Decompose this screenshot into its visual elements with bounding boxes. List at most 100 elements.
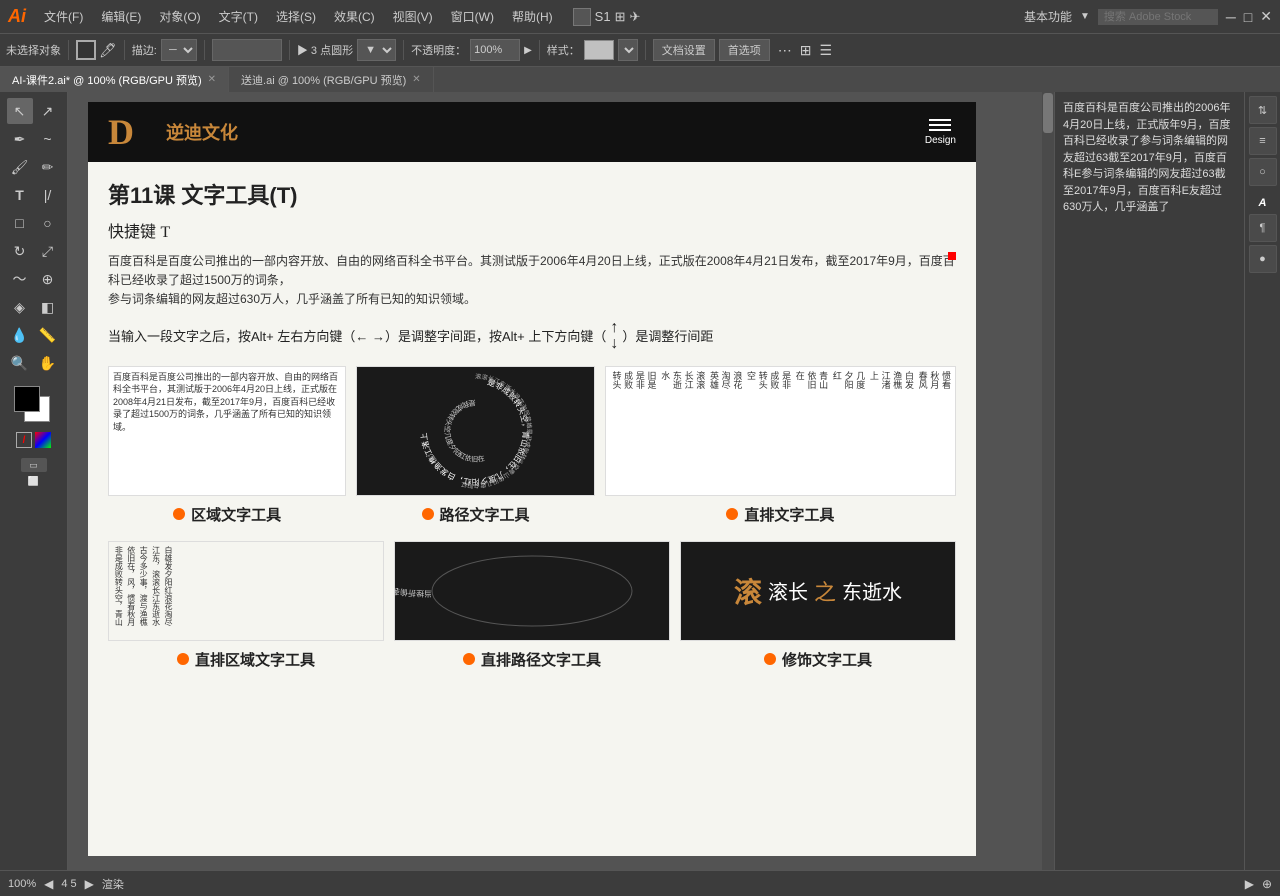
opacity-expand[interactable]: ▶ <box>524 45 532 56</box>
menu-window[interactable]: 窗口(W) <box>443 6 502 27</box>
preferences-button[interactable]: 首选项 <box>719 39 770 61</box>
gradient-swatch[interactable] <box>35 432 51 448</box>
window-close-icon[interactable]: ✕ <box>1260 8 1272 25</box>
mini-btn-circle[interactable]: ○ <box>1249 158 1277 186</box>
search-input[interactable] <box>1098 9 1218 25</box>
tool-measure[interactable]: 📏 <box>35 322 61 348</box>
points-select[interactable]: ▼ <box>357 39 396 61</box>
zoom-decrease[interactable]: ◀ <box>44 877 53 891</box>
scrollbar-thumb[interactable] <box>1043 93 1053 133</box>
tool-paintbrush[interactable]: 🖌 <box>7 154 33 180</box>
vert-col-2: 滚滚长江东逝水 <box>659 371 706 389</box>
menu-object[interactable]: 对象(O) <box>151 6 208 27</box>
tool-fill[interactable]: ◈ <box>7 294 33 320</box>
bottom-play-btn[interactable]: ▶ <box>1245 877 1254 891</box>
bottom-nav-btn[interactable]: ⊕ <box>1262 877 1272 891</box>
tool-hand[interactable]: ✋ <box>35 350 61 376</box>
none-swatch[interactable]: / <box>16 432 32 448</box>
zoom-increase[interactable]: ▶ <box>85 877 94 891</box>
menu-file[interactable]: 文件(F) <box>36 6 91 27</box>
tool-eyedropper[interactable]: 💧 <box>7 322 33 348</box>
shortcut-label: 快捷键 T <box>108 218 956 242</box>
tool-preview-area: 百度百科是百度公司推出的一部内容开放、自由的网络百科全书平台，其测试版于2006… <box>108 366 346 496</box>
foreground-color[interactable] <box>14 386 40 412</box>
mini-btn-arrows[interactable]: ⇅ <box>1249 96 1277 124</box>
mini-btn-align[interactable]: ≡ <box>1249 127 1277 155</box>
tool-direct-select[interactable]: ↗ <box>35 98 61 124</box>
tab-sdi[interactable]: 送迪.ai @ 100% (RGB/GPU 预览) ✕ <box>229 67 434 93</box>
brush-mode-icon[interactable]: 🖊 <box>99 42 117 59</box>
icon-panel-toggle[interactable] <box>573 8 591 26</box>
sep6 <box>539 40 540 60</box>
arrange-icon[interactable]: ⊞ <box>800 42 812 59</box>
tool-select[interactable]: ↖ <box>7 98 33 124</box>
menu-help[interactable]: 帮助(H) <box>504 6 561 27</box>
workspace-dropdown-icon[interactable]: ▼ <box>1080 11 1090 22</box>
tool-preview-deco: 滚 滚长 之 东逝水 <box>680 541 956 641</box>
tool-scale[interactable]: ⤢ <box>35 238 61 264</box>
tool-row-select: ↖ ↗ <box>7 98 61 124</box>
hamburger-menu[interactable]: Design <box>925 119 956 146</box>
tool-cell-area: 百度百科是百度公司推出的一部内容开放、自由的网络百科全书平台，其测试版于2006… <box>108 366 346 525</box>
path-text-svg: 是非成败转头空，青山依旧在，几度夕阳红，白发渔樵江渚上 <box>357 367 593 495</box>
tool-cell-deco: 滚 滚长 之 东逝水 修饰文字工具 <box>680 541 956 670</box>
artboard: D 逆迪文化 Design 第11课 文字工具(T) 快捷键 T <box>88 102 976 856</box>
tool-pencil[interactable]: ✏ <box>35 154 61 180</box>
menu-bar: Ai 文件(F) 编辑(E) 对象(O) 文字(T) 选择(S) 效果(C) 视… <box>0 0 1280 33</box>
vert-col-4: 是非成败转头空 <box>744 371 791 389</box>
screen-mode-normal[interactable]: ▭ <box>21 458 47 472</box>
color-bar[interactable] <box>212 39 282 61</box>
nav-label: Design <box>925 135 956 146</box>
menu-select[interactable]: 选择(S) <box>268 6 324 27</box>
color-boxes[interactable] <box>14 386 54 426</box>
tab-ai-course[interactable]: AI-课件2.ai* @ 100% (RGB/GPU 预览) ✕ <box>0 67 229 93</box>
window-minimize-icon[interactable]: ─ <box>1226 9 1236 25</box>
tool-gradient[interactable]: ◧ <box>35 294 61 320</box>
menu-text[interactable]: 文字(T) <box>211 6 266 27</box>
icon-arrow[interactable]: ✈ <box>629 9 640 25</box>
mini-btn-circle2[interactable]: ● <box>1249 245 1277 273</box>
measure-icon: 📏 <box>39 327 56 344</box>
vertical-scrollbar[interactable] <box>1042 92 1054 870</box>
doc-settings-button[interactable]: 文档设置 <box>653 39 715 61</box>
stroke-color-swatch[interactable] <box>76 40 96 60</box>
deco-char3: 之 <box>814 575 836 607</box>
window-restore-icon[interactable]: □ <box>1244 9 1252 25</box>
tab-close-1[interactable]: ✕ <box>208 74 216 85</box>
menu-view[interactable]: 视图(V) <box>385 6 441 27</box>
tool-warp[interactable]: 〜 <box>7 266 33 292</box>
tool-text[interactable]: T <box>7 182 33 208</box>
tool-cell-vpath: 当挫折偷袭你 你该怎么办 坚强还是哭泣 是沉默还是奋起 当挫折偷袭你 直排路径文… <box>394 541 670 670</box>
tool-ellipse[interactable]: ○ <box>35 210 61 236</box>
mini-ai-text: A <box>1259 193 1267 211</box>
tab-close-2[interactable]: ✕ <box>412 74 420 85</box>
opacity-input[interactable] <box>470 39 520 61</box>
icon-grid[interactable]: ⊞ <box>615 9 626 25</box>
workspace-label[interactable]: 基本功能 <box>1024 8 1072 25</box>
tool-puppet[interactable]: ⊕ <box>35 266 61 292</box>
canvas-area[interactable]: D 逆迪文化 Design 第11课 文字工具(T) 快捷键 T <box>68 92 1054 870</box>
logo-svg: D <box>108 112 158 152</box>
menu-edit[interactable]: 编辑(E) <box>93 6 149 27</box>
tool-touch[interactable]: |/ <box>35 182 61 208</box>
scatter-select[interactable]: ─ <box>161 39 197 61</box>
tool-rect[interactable]: □ <box>7 210 33 236</box>
dot-vertical <box>726 508 738 520</box>
hamburger-line1 <box>929 119 951 121</box>
mini-btn-para[interactable]: ¶ <box>1249 214 1277 242</box>
tool-zoom[interactable]: 🔍 <box>7 350 33 376</box>
tool-pen[interactable]: ✒ <box>7 126 33 152</box>
bottom-bar: 100% ◀ 4 5 ▶ 渲染 ▶ ⊕ <box>0 870 1280 896</box>
tool-row-zoom: 🔍 ✋ <box>7 350 61 376</box>
tool-rotate[interactable]: ↻ <box>7 238 33 264</box>
style-swatch[interactable] <box>584 40 614 60</box>
tool-curvature[interactable]: ~ <box>35 126 61 152</box>
screen-mode-full[interactable]: ⬜ <box>21 474 47 488</box>
menu-effect[interactable]: 效果(C) <box>326 6 383 27</box>
path-text-label: 路径文字工具 <box>422 504 530 525</box>
tool-cell-path: 是非成败转头空，青山依旧在，几度夕阳红，白发渔樵江渚上 <box>356 366 594 525</box>
tool-preview-vertical: 旧是是非成败转头 滚滚长江东逝水 浪花淘尽英雄 是非成败转头空 青山依旧在 几度… <box>605 366 956 496</box>
more-icon[interactable]: ⋯ <box>778 42 792 59</box>
style-select[interactable]: ▼ <box>618 39 638 61</box>
menu-icon[interactable]: ☰ <box>820 42 833 59</box>
